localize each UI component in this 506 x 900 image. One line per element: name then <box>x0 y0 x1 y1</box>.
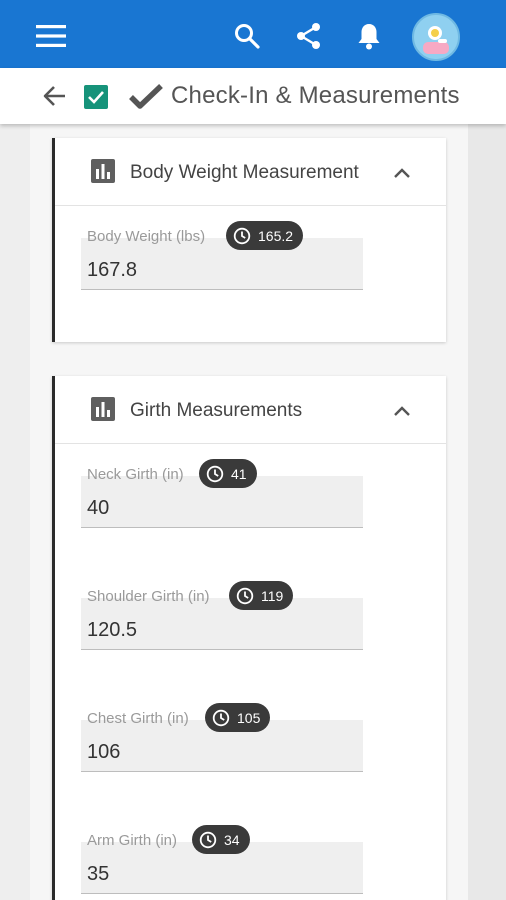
field-label: Arm Girth (in) <box>87 832 177 849</box>
content-area: Body Weight Measurement Body Weight (lbs… <box>30 124 468 900</box>
neck-girth-field[interactable]: Neck Girth (in) 40 41 <box>81 459 363 528</box>
previous-value: 34 <box>224 831 240 848</box>
girth-card: Girth Measurements Neck Girth (in) 40 41… <box>52 376 446 900</box>
previous-value-badge: 119 <box>229 581 294 610</box>
arm-girth-field[interactable]: Arm Girth (in) 35 34 <box>81 825 363 894</box>
field-value: 106 <box>87 741 121 763</box>
field-label: Chest Girth (in) <box>87 710 189 727</box>
previous-value: 165.2 <box>258 227 294 244</box>
page-title: Check-In & Measurements <box>171 82 460 109</box>
field-value: 40 <box>87 497 110 519</box>
title-bar: Check-In & Measurements <box>0 68 506 124</box>
chevron-up-icon[interactable] <box>389 398 415 424</box>
previous-value-badge: 34 <box>192 825 250 854</box>
avatar[interactable] <box>412 13 460 61</box>
clock-icon <box>236 587 254 604</box>
previous-value-badge: 41 <box>199 459 257 488</box>
chevron-up-icon[interactable] <box>389 160 415 186</box>
card-header[interactable]: Girth Measurements <box>55 376 446 444</box>
field-label: Shoulder Girth (in) <box>87 588 210 605</box>
app-bar <box>0 0 506 68</box>
bar-chart-icon <box>90 158 116 184</box>
section-title: Body Weight Measurement <box>130 162 359 183</box>
share-icon[interactable] <box>288 16 330 56</box>
clock-icon <box>212 709 230 726</box>
search-icon[interactable] <box>226 16 268 56</box>
previous-value-badge: 165.2 <box>226 221 304 250</box>
card-header[interactable]: Body Weight Measurement <box>55 138 446 206</box>
checkmark-icon <box>128 82 164 112</box>
clock-icon <box>233 227 251 244</box>
shoulder-girth-field[interactable]: Shoulder Girth (in) 120.5 119 <box>81 581 363 650</box>
field-label: Neck Girth (in) <box>87 466 184 483</box>
previous-value: 119 <box>261 587 284 604</box>
clock-icon <box>199 831 217 848</box>
bell-icon[interactable] <box>348 16 390 56</box>
body-weight-field[interactable]: Body Weight (lbs) 167.8 165.2 <box>81 221 363 290</box>
previous-value: 105 <box>237 709 261 726</box>
scroll-gutter <box>468 124 506 900</box>
field-value: 35 <box>87 863 110 885</box>
previous-value-badge: 105 <box>205 703 271 732</box>
chest-girth-field[interactable]: Chest Girth (in) 106 105 <box>81 703 363 772</box>
menu-icon[interactable] <box>28 18 74 54</box>
clock-icon <box>206 465 224 482</box>
field-value: 167.8 <box>87 259 138 281</box>
bar-chart-icon <box>90 396 116 422</box>
section-title: Girth Measurements <box>130 400 303 421</box>
previous-value: 41 <box>231 465 247 482</box>
body-weight-card: Body Weight Measurement Body Weight (lbs… <box>52 138 446 342</box>
back-arrow-icon[interactable] <box>38 82 70 110</box>
select-checkbox[interactable] <box>84 85 108 109</box>
field-value: 120.5 <box>87 619 138 641</box>
field-label: Body Weight (lbs) <box>87 228 206 245</box>
